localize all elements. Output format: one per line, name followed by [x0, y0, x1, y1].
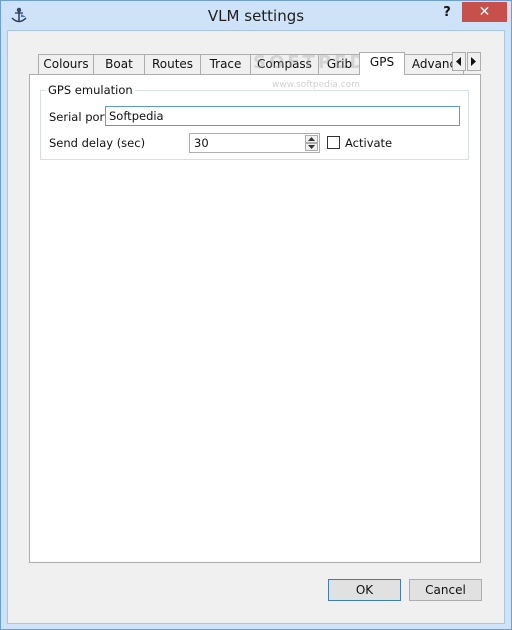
help-button[interactable]: ? [437, 3, 457, 23]
watermark-url: www.softpedia.com [272, 80, 360, 90]
activate-checkbox[interactable] [327, 136, 340, 149]
tab-trace[interactable]: Trace [200, 54, 251, 74]
scroll-left-icon[interactable] [452, 52, 466, 71]
spin-down-icon[interactable] [305, 143, 318, 151]
cancel-button[interactable]: Cancel [409, 579, 482, 601]
ok-button[interactable]: OK [328, 579, 401, 601]
send-delay-label: Send delay (sec) [49, 136, 146, 150]
scroll-right-icon[interactable] [467, 52, 481, 71]
close-button[interactable]: ✕ [462, 2, 507, 22]
tab-gps[interactable]: GPS [359, 52, 405, 75]
send-delay-value: 30 [194, 136, 209, 150]
window-title: VLM settings [207, 7, 305, 25]
serial-port-label: Serial port [49, 110, 109, 124]
tab-boat[interactable]: Boat [93, 54, 145, 74]
activate-label[interactable]: Activate [345, 136, 392, 150]
tab-colours[interactable]: Colours [38, 54, 94, 74]
title-bar[interactable]: VLM settings ? ✕ [1, 1, 511, 31]
group-title: GPS emulation [46, 83, 135, 97]
tab-routes[interactable]: Routes [144, 54, 201, 74]
serial-port-input[interactable]: Softpedia [105, 106, 460, 126]
spin-up-icon[interactable] [305, 135, 318, 143]
send-delay-spinbox[interactable]: 30 [189, 133, 320, 153]
